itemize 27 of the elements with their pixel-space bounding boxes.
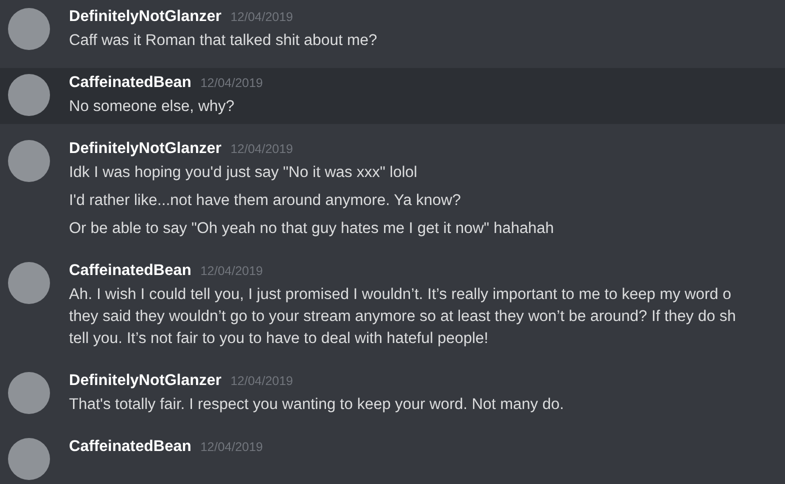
username[interactable]: CaffeinatedBean [69, 262, 192, 280]
message-text: they said they wouldn’t go to your stream anymore so at least they won’t be around? If they do sh [69, 307, 736, 327]
username[interactable]: CaffeinatedBean [69, 74, 192, 92]
username[interactable]: DefinitelyNotGlanzer [69, 372, 222, 390]
avatar-placeholder[interactable] [8, 262, 50, 304]
timestamp: 12/04/2019 [200, 440, 263, 454]
timestamp: 12/04/2019 [230, 10, 294, 24]
avatar-placeholder[interactable] [8, 438, 50, 480]
avatar-placeholder[interactable] [8, 140, 50, 182]
timestamp: 12/04/2019 [230, 142, 294, 156]
message-text: I'd rather like...not have them around anymore. Ya know? [69, 191, 462, 211]
username[interactable]: DefinitelyNotGlanzer [69, 140, 222, 158]
message-text: That's totally fair. I respect you wanting to keep your word. Not many do. [69, 395, 564, 415]
message-text: No someone else, why? [69, 97, 236, 117]
message-text: Or be able to say "Oh yeah no that guy hates me I get it now" hahahah [69, 219, 554, 239]
message-text: Idk I was hoping you'd just say "No it was xxx" lolol [69, 163, 418, 183]
message-text: Caff was it Roman that talked shit about me? [69, 31, 378, 51]
avatar-placeholder[interactable] [8, 372, 50, 414]
username[interactable]: CaffeinatedBean [69, 438, 192, 456]
timestamp: 12/04/2019 [230, 374, 294, 388]
avatar-placeholder[interactable] [8, 8, 50, 50]
message-text: tell you. It’s not fair to you to have to deal with hateful people! [69, 329, 490, 349]
username[interactable]: DefinitelyNotGlanzer [69, 8, 222, 26]
timestamp: 12/04/2019 [200, 76, 263, 90]
timestamp: 12/04/2019 [200, 264, 263, 278]
message-text: Ah. I wish I could tell you, I just promised I wouldn’t. It’s really important to me to keep my word o [69, 285, 732, 305]
avatar-placeholder[interactable] [8, 74, 50, 116]
